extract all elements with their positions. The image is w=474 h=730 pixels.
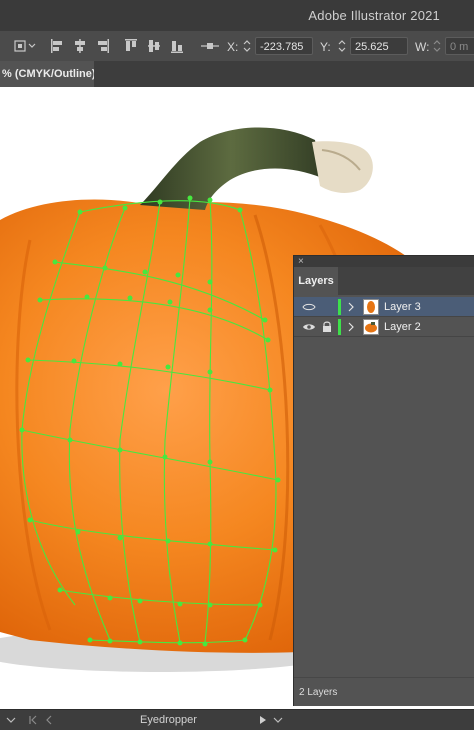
layer-count: 2 Layers (299, 687, 338, 698)
layer-thumbnail (363, 319, 379, 335)
tab-layers[interactable]: Layers (294, 267, 338, 295)
layer-color-bar (338, 299, 341, 315)
layer-name[interactable]: Layer 2 (384, 321, 421, 333)
y-position-field[interactable]: 25.625 mm (350, 37, 408, 71)
close-icon[interactable]: × (298, 256, 304, 267)
y-label: Y: (320, 40, 331, 54)
control-bar: X: -223.785 m Y: 25.625 mm W: 0 m (0, 30, 474, 71)
document-tab-bar: % (CMYK/Outline) (0, 61, 474, 87)
w-label: W: (415, 40, 430, 54)
y-stepper-icon[interactable] (337, 38, 347, 54)
layer-color-bar (338, 319, 341, 335)
layers-panel: × Layers Layer 3 Layer 2 2 Layers (293, 255, 474, 706)
align-vertical-center-icon[interactable] (147, 38, 161, 54)
transform-reference-icon[interactable] (13, 38, 39, 54)
current-tool-label: Eyedropper (140, 714, 197, 726)
eye-icon[interactable] (302, 300, 316, 314)
app-title: Adobe Illustrator 2021 (308, 8, 440, 23)
panel-footer: 2 Layers (294, 677, 474, 707)
layer-row-layer-3[interactable]: Layer 3 (294, 297, 474, 317)
play-icon[interactable] (258, 714, 268, 726)
reference-point-icon[interactable] (200, 38, 220, 54)
title-bar: Adobe Illustrator 2021 (0, 0, 474, 30)
align-horizontal-center-icon[interactable] (73, 38, 87, 54)
layer-row-layer-2[interactable]: Layer 2 (294, 317, 474, 337)
layer-name[interactable]: Layer 3 (384, 301, 421, 313)
lock-icon[interactable] (321, 320, 333, 334)
align-bottom-icon[interactable] (170, 38, 184, 54)
panel-tab-strip: Layers (294, 267, 474, 295)
status-bar: Eyedropper (0, 709, 474, 730)
align-left-icon[interactable] (50, 38, 64, 54)
first-artboard-icon[interactable] (28, 714, 38, 726)
panel-header: × (294, 256, 474, 267)
x-label: X: (227, 40, 239, 54)
eye-icon[interactable] (302, 320, 316, 334)
chevron-down-icon[interactable] (5, 714, 17, 726)
chevron-down-icon[interactable] (272, 714, 284, 726)
chevron-right-icon[interactable] (346, 300, 356, 314)
prev-artboard-icon[interactable] (44, 714, 54, 726)
layer-thumbnail-icon (367, 301, 375, 313)
width-field[interactable]: 0 m (445, 37, 474, 55)
align-top-icon[interactable] (124, 38, 138, 54)
x-stepper-icon[interactable] (242, 38, 252, 54)
layer-thumbnail-icon (365, 322, 377, 333)
align-right-icon[interactable] (96, 38, 110, 54)
document-tab[interactable]: % (CMYK/Outline) (0, 61, 94, 87)
layer-thumbnail (363, 299, 379, 315)
x-position-field[interactable]: -223.785 m (255, 37, 313, 71)
w-stepper-icon[interactable] (432, 38, 442, 54)
chevron-right-icon[interactable] (346, 320, 356, 334)
